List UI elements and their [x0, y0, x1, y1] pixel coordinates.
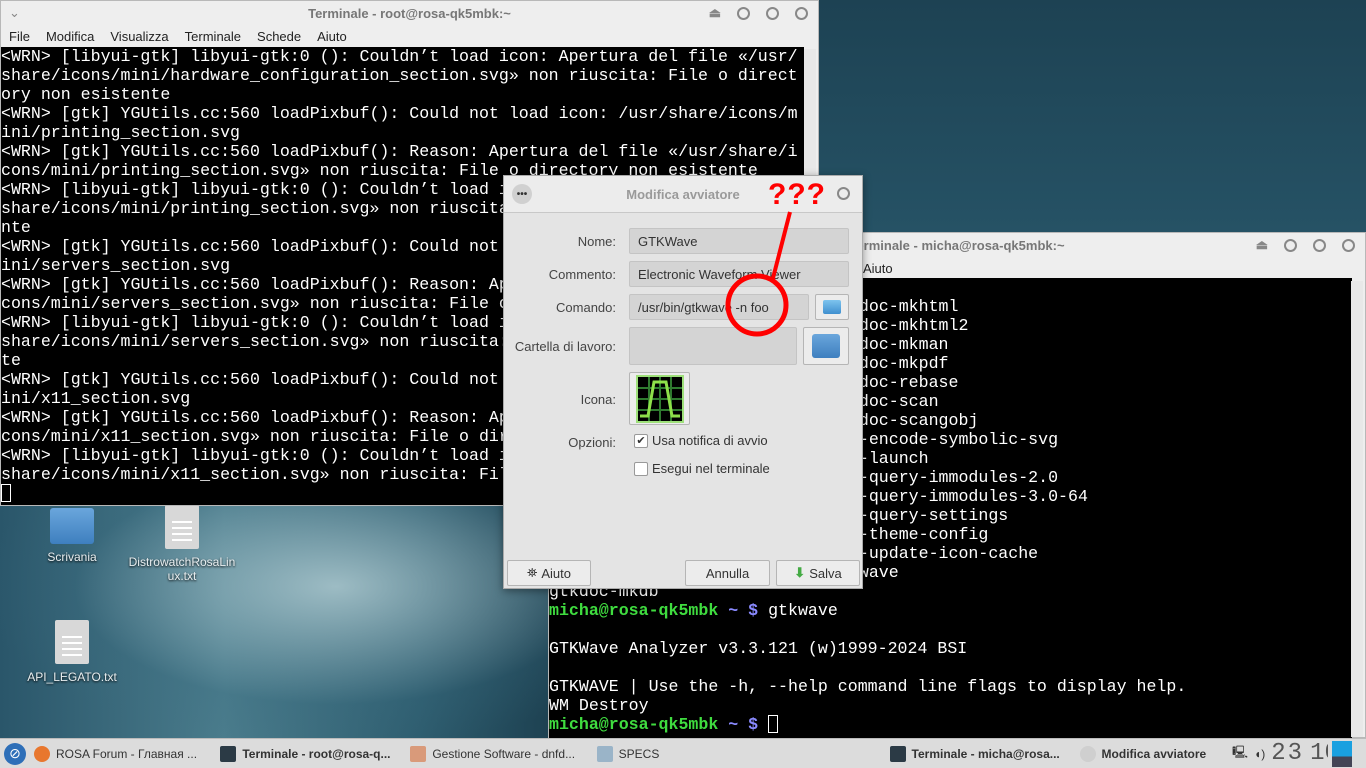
annotation-text: ??? [768, 178, 826, 211]
taskbar-item[interactable]: Modifica avviatore [1079, 745, 1216, 762]
taskbar: ⊘ ROSA Forum - Главная ... Terminale - ro… [0, 738, 1366, 768]
annotation-circle [725, 273, 789, 337]
taskbar-item[interactable]: SPECS [596, 745, 770, 762]
taskbar-item-label: Gestione Software - dnfd... [432, 746, 576, 761]
taskbar-item-label: ROSA Forum - Главная ... [56, 746, 198, 761]
terminal-icon [220, 745, 237, 762]
taskbar-item[interactable]: Terminale - root@rosa-q... [220, 745, 402, 762]
taskbar-item-label: Terminale - micha@rosa... [911, 746, 1060, 761]
workspace-pager[interactable] [1332, 740, 1353, 767]
annotation-line [770, 211, 792, 283]
start-menu-icon[interactable]: ⊘ [4, 742, 26, 765]
taskbar-item[interactable]: Gestione Software - dnfd... [410, 745, 588, 762]
taskbar-item[interactable]: ROSA Forum - Главная ... [34, 745, 212, 762]
software-icon [410, 745, 427, 762]
terminal-icon [889, 745, 906, 762]
clock-minutes[interactable]: 10 [1310, 740, 1328, 767]
taskbar-item-label: SPECS [618, 746, 660, 761]
firefox-icon [34, 745, 50, 762]
red-annotation [725, 211, 792, 337]
dialog-icon [1079, 745, 1096, 762]
clock-hours[interactable]: 23 [1271, 740, 1304, 767]
taskbar-item-label: Terminale - root@rosa-q... [242, 746, 391, 761]
volume-icon[interactable]: ◖) [1254, 747, 1265, 761]
network-icon[interactable]: 🖳 [1232, 743, 1248, 764]
taskbar-item[interactable]: Terminale - micha@rosa... [889, 745, 1072, 762]
taskbar-item-label: Modifica avviatore [1101, 746, 1207, 761]
folder-icon [596, 745, 613, 762]
